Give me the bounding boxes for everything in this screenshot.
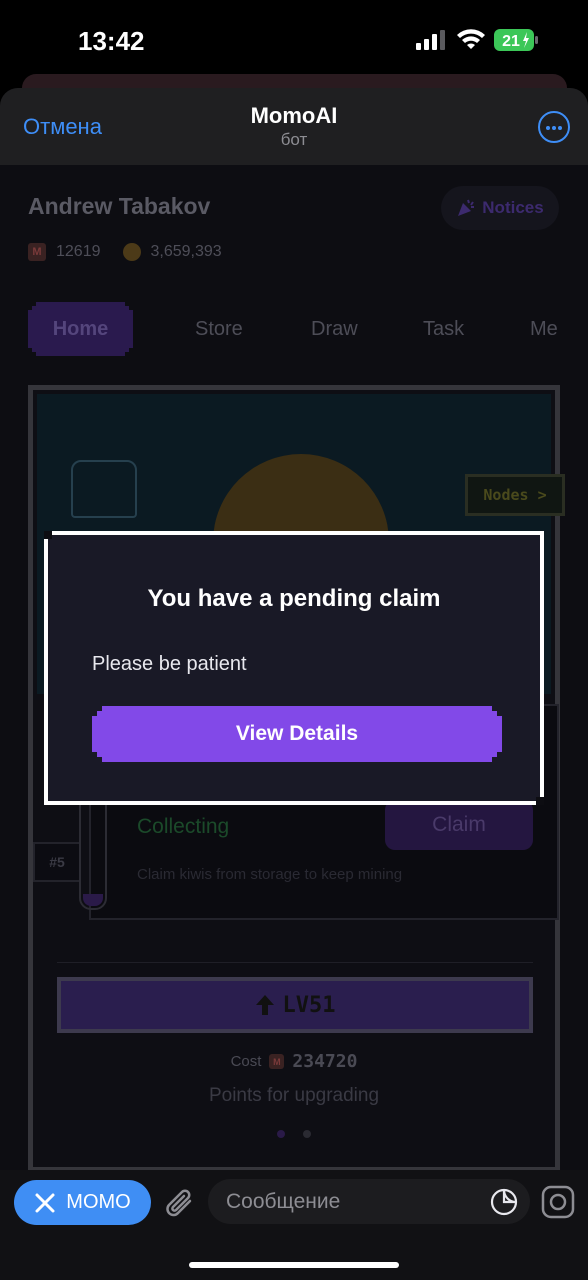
tab-me[interactable]: Me [530,302,558,356]
collecting-status: Collecting [137,815,230,838]
more-options-icon[interactable] [538,111,570,143]
momo-points-value: 12619 [56,243,101,260]
battery-icon: 21 [494,29,538,51]
robot-ghost-icon [71,460,137,518]
page-indicator [33,1130,555,1138]
page-dot-active[interactable] [277,1130,285,1138]
tab-home[interactable]: Home [28,302,133,356]
cellular-signal-icon [416,30,445,50]
upgrade-level-button[interactable]: LV51 [57,977,533,1033]
tab-task[interactable]: Task [423,302,464,356]
momo-menu-button[interactable]: MOMO [14,1180,151,1225]
bot-title: MomoAI [250,103,338,128]
status-bar: 13:42 21 [0,0,588,80]
arrow-up-icon [255,995,274,1015]
telegram-header: Отмена MomoAI бот [0,88,588,165]
home-indicator[interactable] [189,1262,399,1268]
claim-hint: Claim kiwis from storage to keep mining [137,866,403,883]
storage-gauge [79,790,107,910]
dialog-message: Please be patient [92,653,247,675]
claim-button[interactable]: Claim [385,800,533,850]
pending-claim-dialog: You have a pending claim Please be patie… [44,531,544,805]
level-label: LV51 [282,992,336,1018]
tab-store[interactable]: Store [195,302,243,356]
upgrade-cost: Cost M 234720 [33,1051,555,1072]
momo-coin-icon: M [28,243,46,261]
cost-label: Cost [230,1053,262,1070]
dialog-title: You have a pending claim [147,585,441,612]
page-dot[interactable] [303,1130,311,1138]
party-popper-icon [458,199,475,216]
rank-tag: #5 [33,842,81,882]
momo-coin-icon: M [269,1054,285,1069]
kiwi-balance-value: 3,659,393 [150,243,222,260]
tab-draw[interactable]: Draw [311,302,358,356]
sticker-icon[interactable] [490,1188,518,1216]
main-tabs: Home Store Draw Task Me [28,302,588,356]
view-details-button[interactable]: View Details [92,706,502,762]
kiwi-coin-icon [122,243,141,261]
user-stats: M 12619 3,659,393 [28,243,222,261]
message-input[interactable] [208,1179,530,1224]
bot-subtitle: бот [280,130,308,149]
battery-level: 21 [502,33,520,50]
status-time: 13:42 [78,26,145,56]
notices-label: Notices [482,198,544,217]
close-icon [35,1193,55,1212]
divider [57,962,533,963]
wifi-icon [457,29,485,49]
user-name: Andrew Tabakov [28,193,211,219]
points-for-upgrading-label: Points for upgrading [208,1085,380,1106]
cost-value: 234720 [292,1051,358,1072]
paperclip-icon[interactable] [163,1184,197,1222]
camera-icon[interactable] [541,1185,575,1219]
nodes-button[interactable]: Nodes > [465,474,565,516]
notices-button[interactable]: Notices [441,186,559,230]
momo-button-label: MOMO [66,1191,131,1213]
